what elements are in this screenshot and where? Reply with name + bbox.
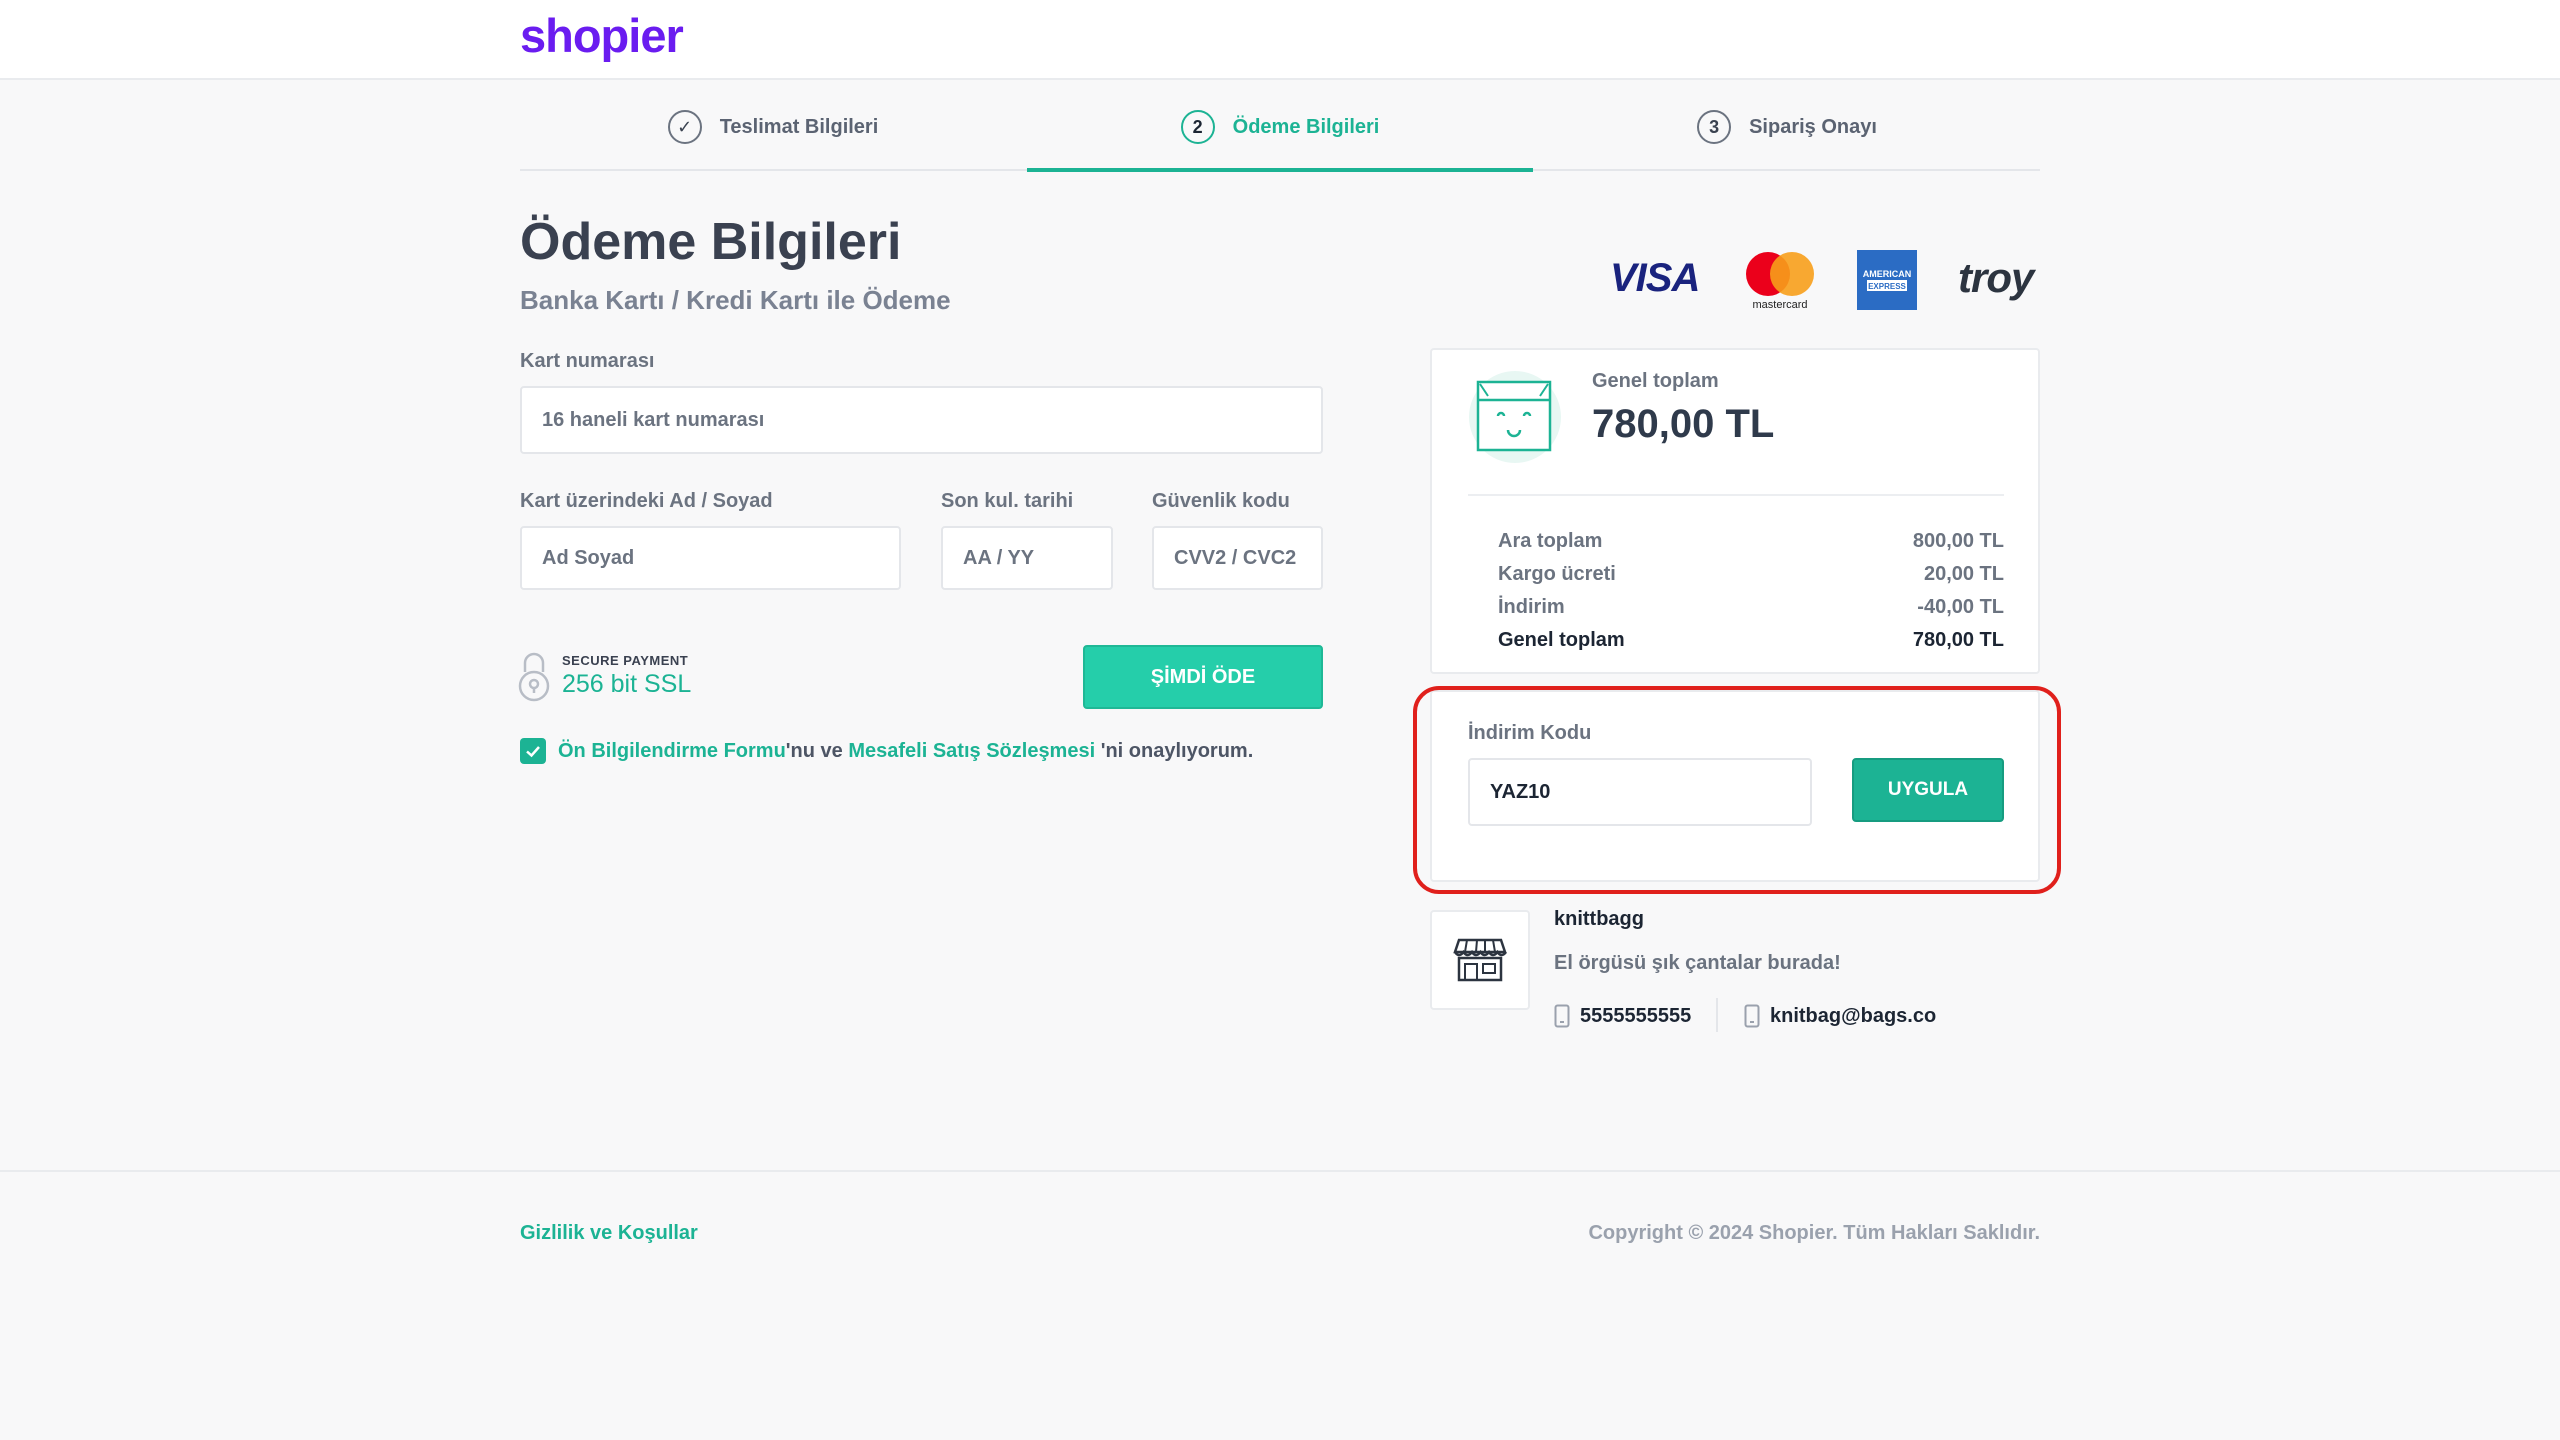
cardholder-name-input[interactable]: Ad Soyad — [520, 526, 901, 590]
cvv-input[interactable]: CVV2 / CVC2 — [1152, 526, 1323, 590]
consent-text: 'nu ve — [785, 739, 849, 762]
grand-total-label: Genel toplam — [1592, 370, 1719, 392]
consent-row: Ön Bilgilendirme Formu'nu ve Mesafeli Sa… — [520, 738, 1253, 764]
expiry-label: Son kul. tarihi — [941, 490, 1074, 512]
email-address: knitbag@bags.co — [1770, 1004, 1937, 1027]
summary-divider — [1468, 494, 2004, 496]
svg-text:EXPRESS: EXPRESS — [1868, 282, 1906, 291]
seller-name[interactable]: knittbagg — [1554, 908, 1644, 931]
card-logos: VISA mastercard AMERICAN EXPRESS troy — [1610, 248, 2040, 310]
row-value: 20,00 TL — [1923, 563, 2004, 585]
step-payment[interactable]: 2 Ödeme Bilgileri — [1027, 82, 1533, 172]
row-label: İndirim — [1498, 596, 1565, 618]
card-number-label: Kart numarası — [520, 350, 655, 372]
seller-description: El örgüsü şık çantalar burada! — [1554, 952, 1841, 974]
check-icon: ✓ — [667, 110, 702, 144]
svg-text:AMERICAN: AMERICAN — [1863, 269, 1912, 279]
shopping-bag-icon — [1469, 371, 1561, 463]
storefront-icon — [1453, 938, 1507, 982]
order-summary: Genel toplam 780,00 TL Ara toplam 800,00… — [1430, 348, 2040, 674]
ssl-text: 256 bit SSL — [562, 670, 692, 698]
step-label: Ödeme Bilgileri — [1232, 115, 1380, 138]
checkmark-icon — [526, 746, 540, 758]
contact-divider — [1716, 998, 1718, 1032]
header: shopier — [0, 0, 2560, 80]
summary-row-shipping: Kargo ücreti 20,00 TL — [1498, 563, 2004, 586]
shopier-logo[interactable]: shopier — [520, 8, 684, 63]
summary-row-total: Genel toplam 780,00 TL — [1498, 629, 2004, 652]
step-delivery[interactable]: ✓ Teslimat Bilgileri — [520, 82, 1026, 172]
phone-icon — [1554, 1004, 1570, 1028]
row-label: Ara toplam — [1498, 530, 1603, 552]
page-subtitle: Banka Kartı / Kredi Kartı ile Ödeme — [520, 285, 951, 315]
summary-row-subtotal: Ara toplam 800,00 TL — [1498, 530, 2004, 553]
distance-sales-contract-link[interactable]: Mesafeli Satış Sözleşmesi — [848, 740, 1095, 762]
privacy-terms-link[interactable]: Gizlilik ve Koşullar — [520, 1222, 698, 1245]
card-number-input[interactable]: 16 haneli kart numarası — [520, 386, 1323, 454]
seller-email[interactable]: knitbag@bags.co — [1744, 1004, 1936, 1028]
step-number: 2 — [1180, 110, 1215, 144]
row-value: -40,00 TL — [1917, 596, 2004, 618]
expiry-input[interactable]: AA / YY — [941, 526, 1113, 590]
checkout-stepper: ✓ Teslimat Bilgileri 2 Ödeme Bilgileri 3… — [520, 82, 2040, 172]
footer: Gizlilik ve Koşullar Copyright © 2024 Sh… — [0, 1170, 2560, 1440]
cardholder-name-label: Kart üzerindeki Ad / Soyad — [520, 490, 773, 512]
cvv-label: Güvenlik kodu — [1152, 490, 1290, 512]
highlight-outline — [1413, 686, 2061, 894]
row-value: 800,00 TL — [1912, 530, 2004, 552]
grand-total-value: 780,00 TL — [1592, 402, 1775, 446]
lock-icon — [518, 652, 550, 702]
store-logo[interactable] — [1430, 910, 1530, 1010]
row-label: Genel toplam — [1498, 629, 1625, 651]
consent-checkbox[interactable] — [520, 738, 546, 764]
seller-phone[interactable]: 5555555555 — [1554, 1004, 1691, 1028]
row-label: Kargo ücreti — [1498, 563, 1616, 585]
step-label: Teslimat Bilgileri — [719, 115, 879, 138]
step-confirmation[interactable]: 3 Sipariş Onayı — [1534, 82, 2040, 172]
step-number: 3 — [1697, 110, 1732, 144]
secure-payment-badge: SECURE PAYMENT 256 bit SSL — [518, 650, 691, 702]
troy-logo: troy — [1958, 254, 2034, 301]
page-title: Ödeme Bilgileri — [520, 213, 902, 271]
step-label: Sipariş Onayı — [1749, 115, 1877, 138]
consent-text-end: 'ni onaylıyorum. — [1095, 739, 1254, 762]
preliminary-info-form-link[interactable]: Ön Bilgilendirme Formu — [558, 740, 786, 762]
mobile-icon — [1744, 1004, 1760, 1028]
pay-now-button[interactable]: ŞİMDİ ÖDE — [1083, 645, 1323, 709]
mastercard-logo: mastercard — [1746, 252, 1814, 310]
phone-number: 5555555555 — [1580, 1004, 1692, 1027]
amex-logo: AMERICAN EXPRESS — [1857, 250, 1917, 310]
visa-logo: VISA — [1610, 256, 1700, 300]
secure-payment-caption: SECURE PAYMENT — [562, 653, 689, 668]
copyright-text: Copyright © 2024 Shopier. Tüm Hakları Sa… — [1588, 1222, 2040, 1244]
svg-text:mastercard: mastercard — [1752, 299, 1807, 310]
summary-row-discount: İndirim -40,00 TL — [1498, 596, 2004, 619]
row-value: 780,00 TL — [1912, 629, 2004, 651]
